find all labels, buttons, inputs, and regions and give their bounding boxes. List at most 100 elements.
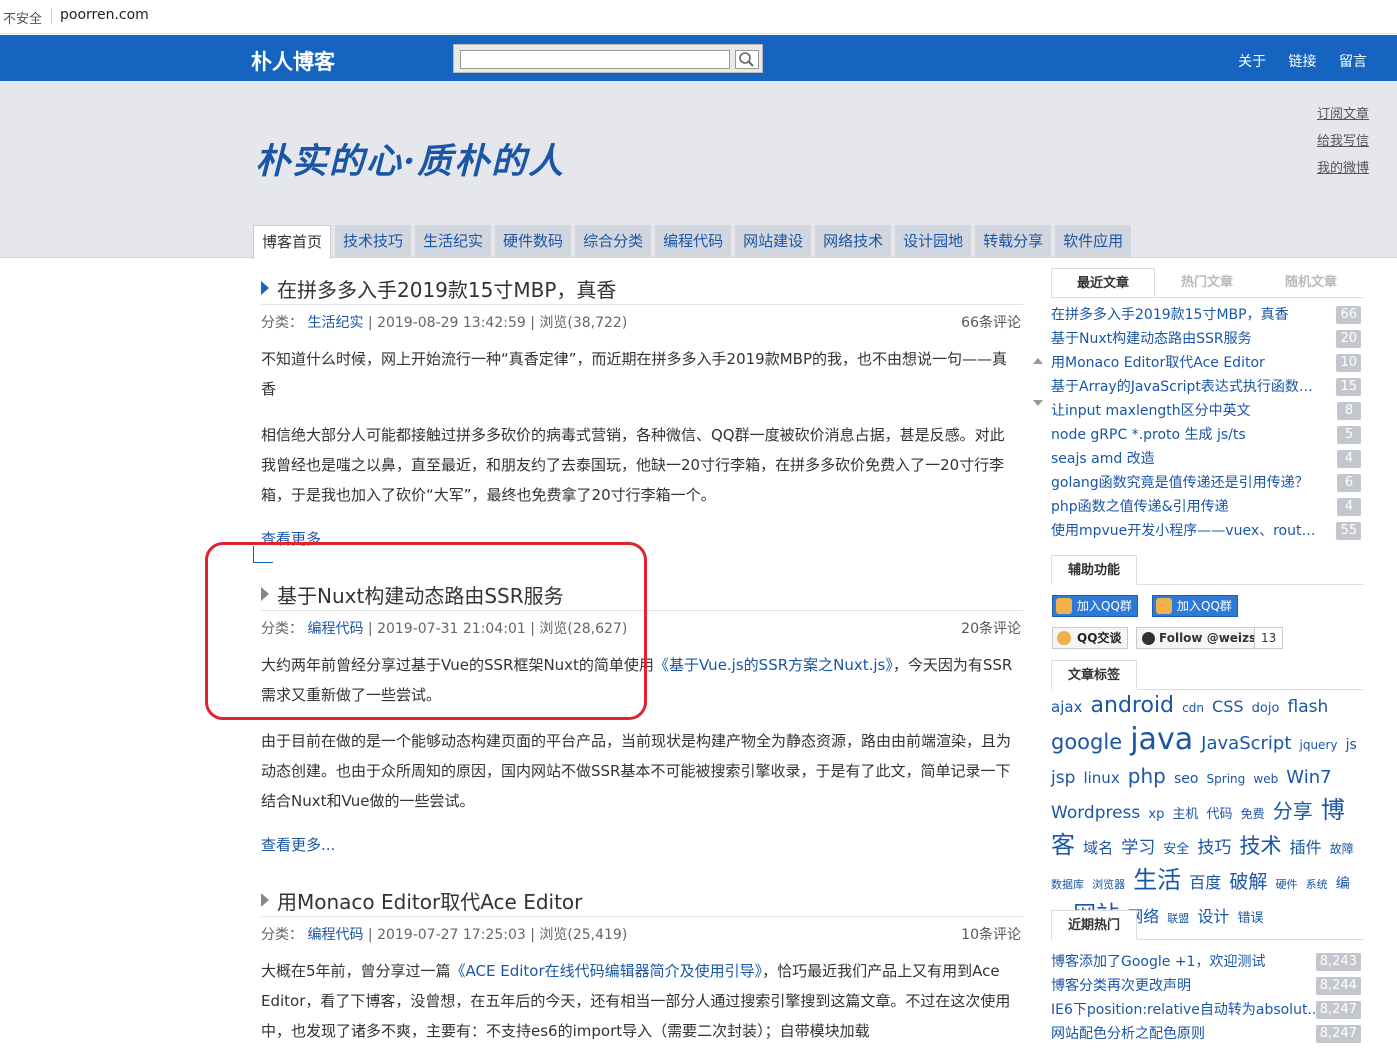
tag-link[interactable]: 硬件 bbox=[1276, 878, 1298, 891]
tag-link[interactable]: web bbox=[1253, 772, 1278, 786]
tag-link[interactable]: js bbox=[1346, 737, 1357, 753]
list-item[interactable]: 让input maxlength区分中英文 8 bbox=[1051, 399, 1363, 423]
post-title[interactable]: 在拼多多入手2019款15寸MBP，真香 bbox=[261, 274, 616, 303]
tag-link[interactable]: 分享 bbox=[1273, 799, 1313, 823]
subscribe-link[interactable]: 订阅文章 bbox=[1317, 103, 1369, 122]
site-brand[interactable]: 朴人博客 bbox=[251, 46, 335, 76]
list-item[interactable]: node gRPC *.proto 生成 js/ts 5 bbox=[1051, 423, 1363, 447]
list-item-title[interactable]: 博客添加了Google +1，欢迎测试 bbox=[1051, 950, 1265, 974]
tag-link[interactable]: 技术 bbox=[1240, 834, 1282, 858]
tag-link[interactable]: seo bbox=[1174, 771, 1198, 787]
list-item[interactable]: IE6下position:relative自动转为absolut... 8,247 bbox=[1051, 998, 1363, 1022]
github-follow-button[interactable]: Follow @weizs bbox=[1136, 627, 1264, 649]
list-item[interactable]: 用Monaco Editor取代Ace Editor 10 bbox=[1051, 351, 1363, 375]
join-qq-group-button[interactable]: 加入QQ群 bbox=[1152, 595, 1238, 617]
list-item-title[interactable]: 让input maxlength区分中英文 bbox=[1051, 399, 1251, 423]
tag-link[interactable]: 故障 bbox=[1330, 842, 1354, 856]
post-category-link[interactable]: 编程代码 bbox=[307, 927, 363, 943]
tag-link[interactable]: php bbox=[1128, 764, 1166, 788]
tag-link[interactable]: 浏览器 bbox=[1092, 878, 1125, 891]
post-title[interactable]: 用Monaco Editor取代Ace Editor bbox=[261, 886, 582, 915]
list-item-title[interactable]: seajs amd 改造 bbox=[1051, 447, 1155, 471]
tag-link[interactable]: Win7 bbox=[1286, 767, 1331, 788]
tab-website[interactable]: 网站建设 bbox=[735, 225, 812, 258]
list-item[interactable]: 在拼多多入手2019款15寸MBP，真香 66 bbox=[1051, 303, 1363, 327]
list-item-title[interactable]: php函数之值传递&引用传递 bbox=[1051, 495, 1229, 519]
tag-link[interactable]: jsp bbox=[1051, 768, 1075, 788]
post-comments-link[interactable]: 66条评论 bbox=[961, 312, 1021, 332]
list-item-title[interactable]: 网站配色分析之配色原则 bbox=[1051, 1022, 1205, 1046]
tab-life[interactable]: 生活纪实 bbox=[415, 225, 492, 258]
tab-hardware[interactable]: 硬件数码 bbox=[495, 225, 572, 258]
tag-link[interactable]: 代码 bbox=[1207, 807, 1233, 822]
list-item-title[interactable]: 使用mpvue开发小程序——vuex、router... bbox=[1051, 519, 1323, 543]
tag-link[interactable]: google bbox=[1051, 730, 1122, 754]
tab-programming[interactable]: 编程代码 bbox=[655, 225, 732, 258]
list-item-title[interactable]: 基于Array的JavaScript表达式执行函数实现 bbox=[1051, 375, 1323, 399]
github-follower-count[interactable]: 13 bbox=[1254, 627, 1284, 649]
tab-general[interactable]: 综合分类 bbox=[575, 225, 652, 258]
list-item-title[interactable]: 基于Nuxt构建动态路由SSR服务 bbox=[1051, 327, 1252, 351]
scroll-up-icon[interactable] bbox=[1033, 358, 1043, 364]
list-item[interactable]: 基于Array的JavaScript表达式执行函数实现 15 bbox=[1051, 375, 1363, 399]
tab-tech-tips[interactable]: 技术技巧 bbox=[335, 225, 412, 258]
tag-link[interactable]: android bbox=[1091, 693, 1175, 718]
tab-home[interactable]: 博客首页 bbox=[253, 225, 332, 259]
tag-link[interactable]: 技巧 bbox=[1197, 838, 1231, 858]
join-qq-group-button[interactable]: 加入QQ群 bbox=[1052, 595, 1138, 617]
list-item[interactable]: php函数之值传递&引用传递 4 bbox=[1051, 495, 1363, 519]
tag-link[interactable]: linux bbox=[1083, 769, 1119, 787]
tab-hot-posts[interactable]: 热门文章 bbox=[1155, 268, 1259, 297]
tab-recent-posts[interactable]: 最近文章 bbox=[1051, 268, 1155, 297]
tag-link[interactable]: dojo bbox=[1252, 701, 1280, 716]
inline-article-link[interactable]: 《ACE Editor在线代码编辑器简介及使用引导》 bbox=[451, 962, 763, 980]
tab-design[interactable]: 设计园地 bbox=[895, 225, 972, 258]
list-item[interactable]: 博客添加了Google +1，欢迎测试 8,243 bbox=[1051, 950, 1363, 974]
tag-link[interactable]: 免费 bbox=[1241, 807, 1265, 821]
post-comments-link[interactable]: 10条评论 bbox=[961, 924, 1021, 944]
qq-chat-button[interactable]: QQ交谈 bbox=[1052, 627, 1129, 649]
post-category-link[interactable]: 生活纪实 bbox=[307, 315, 363, 331]
list-item[interactable]: 基于Nuxt构建动态路由SSR服务 20 bbox=[1051, 327, 1363, 351]
list-item[interactable]: 网站配色分析之配色原则 8,247 bbox=[1051, 1022, 1363, 1046]
tag-link[interactable]: flash bbox=[1288, 697, 1329, 717]
tag-link[interactable]: xp bbox=[1148, 807, 1164, 822]
post-comments-link[interactable]: 20条评论 bbox=[961, 618, 1021, 638]
nav-links[interactable]: 链接 bbox=[1289, 54, 1317, 70]
tag-link[interactable]: 数据库 bbox=[1051, 878, 1084, 891]
tag-link[interactable]: 破解 bbox=[1229, 871, 1267, 893]
list-item-title[interactable]: 用Monaco Editor取代Ace Editor bbox=[1051, 351, 1265, 375]
list-item[interactable]: golang函数究竟是值传递还是引用传递？ 6 bbox=[1051, 471, 1363, 495]
list-item-title[interactable]: 博客分类再次更改声明 bbox=[1051, 974, 1191, 998]
scroll-down-icon[interactable] bbox=[1033, 400, 1043, 406]
tag-link[interactable]: jquery bbox=[1300, 738, 1338, 752]
url-text[interactable]: poorren.com bbox=[60, 7, 149, 23]
tag-link[interactable]: 插件 bbox=[1290, 838, 1322, 857]
email-link[interactable]: 给我写信 bbox=[1317, 130, 1369, 149]
tab-reposts[interactable]: 转载分享 bbox=[975, 225, 1052, 258]
tab-network[interactable]: 网络技术 bbox=[815, 225, 892, 258]
tag-link[interactable]: 主机 bbox=[1172, 807, 1198, 822]
nav-guestbook[interactable]: 留言 bbox=[1339, 54, 1367, 70]
tag-link[interactable]: Wordpress bbox=[1051, 803, 1140, 823]
read-more-link[interactable]: 查看更多... bbox=[261, 834, 335, 855]
list-scroll-control[interactable] bbox=[1033, 358, 1043, 408]
list-item-title[interactable]: IE6下position:relative自动转为absolut... bbox=[1051, 998, 1321, 1022]
list-item-title[interactable]: golang函数究竟是值传递还是引用传递？ bbox=[1051, 471, 1309, 495]
tab-random-posts[interactable]: 随机文章 bbox=[1259, 268, 1363, 297]
tag-link[interactable]: CSS bbox=[1212, 697, 1243, 716]
tag-link[interactable]: 百度 bbox=[1189, 873, 1221, 892]
inline-article-link[interactable]: 《基于Vue.js的SSR方案之Nuxt.js》 bbox=[654, 656, 893, 674]
list-item-title[interactable]: node gRPC *.proto 生成 js/ts bbox=[1051, 423, 1246, 447]
list-item[interactable]: seajs amd 改造 4 bbox=[1051, 447, 1363, 471]
list-item[interactable]: 使用mpvue开发小程序——vuex、router... 55 bbox=[1051, 519, 1363, 543]
tag-link[interactable]: ajax bbox=[1051, 698, 1082, 716]
search-input[interactable] bbox=[460, 50, 730, 69]
tag-link[interactable]: java bbox=[1130, 722, 1193, 757]
weibo-link[interactable]: 我的微博 bbox=[1317, 157, 1369, 176]
nav-about[interactable]: 关于 bbox=[1238, 54, 1266, 70]
tag-link[interactable]: 安全 bbox=[1163, 842, 1189, 857]
tag-link[interactable]: Spring bbox=[1207, 772, 1246, 786]
tag-link[interactable]: 生活 bbox=[1133, 866, 1181, 894]
tag-link[interactable]: 系统 bbox=[1306, 878, 1328, 891]
